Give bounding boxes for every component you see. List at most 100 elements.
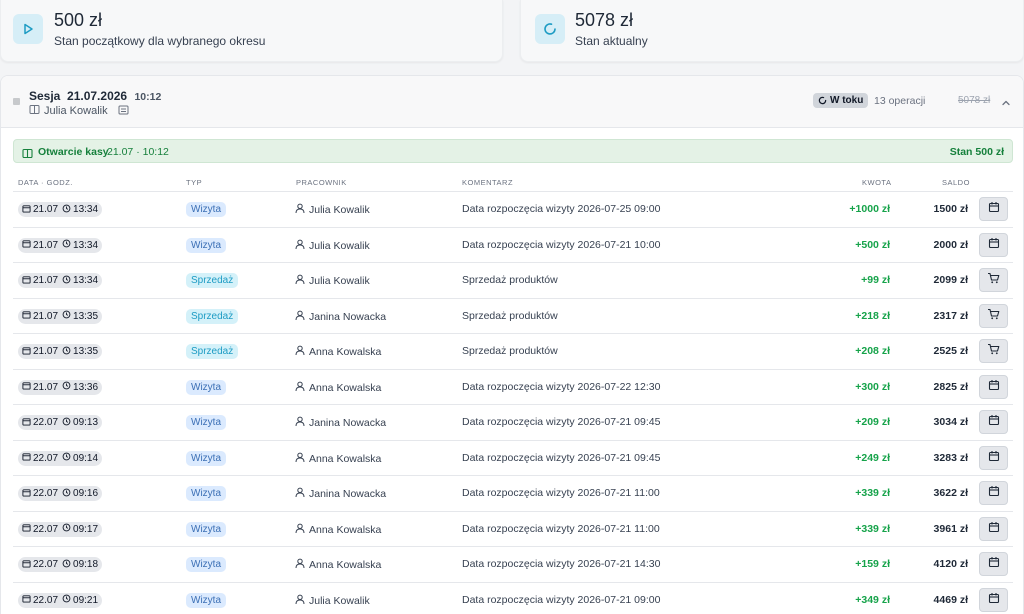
- calendar-small-icon: [22, 594, 31, 606]
- calendar-small-icon: [22, 275, 31, 287]
- row-action-button[interactable]: [979, 197, 1008, 221]
- employee-name: Janina Nowacka: [309, 488, 387, 500]
- row-action-button[interactable]: [979, 445, 1008, 470]
- row-time: 09:13: [73, 417, 99, 428]
- cart-icon: [987, 342, 1000, 360]
- row-action-button[interactable]: [979, 268, 1008, 292]
- current-balance-amount: 5078 zł: [575, 10, 634, 30]
- clock-icon: [62, 594, 71, 606]
- receipt-icon[interactable]: [118, 105, 129, 118]
- row-action-button[interactable]: [979, 410, 1008, 434]
- table-row: 22.07 09:17 Wizyta Anna Kowalska Data rozpoc…: [13, 512, 1013, 547]
- calendar-icon: [988, 449, 1000, 467]
- user-icon: [295, 487, 305, 501]
- column-header-type: TYP: [186, 178, 203, 187]
- datetime-chip: 22.07 09:13: [18, 415, 103, 430]
- clock-icon: [62, 452, 71, 464]
- opening-balance-amount: 500 zł: [54, 10, 103, 30]
- balance-cell: 1500 zł: [933, 203, 968, 215]
- row-action-button[interactable]: [979, 552, 1008, 576]
- clock-icon: [62, 523, 71, 535]
- calendar-small-icon: [22, 204, 31, 216]
- clock-icon: [62, 275, 71, 287]
- row-action-button[interactable]: [979, 374, 1008, 399]
- row-date: 22.07: [33, 594, 59, 606]
- user-icon: [295, 523, 305, 537]
- opening-label: Otwarcie kasy: [38, 146, 109, 158]
- comment-cell: Data rozpoczęcia wizyty 2026-07-21 09:45: [462, 416, 661, 428]
- cart-icon: [987, 307, 1000, 325]
- row-action-button[interactable]: [979, 516, 1008, 541]
- session-status-label: W toku: [830, 95, 864, 106]
- table-row: 21.07 13:35 Sprzedaż Janina Nowacka Sprzedaż…: [13, 299, 1013, 334]
- chevron-up-icon[interactable]: [1001, 95, 1011, 113]
- table-row: 21.07 13:34 Wizyta Julia Kowalik Data rozpoc…: [13, 192, 1013, 228]
- datetime-chip: 21.07 13:34: [18, 273, 103, 288]
- balance-cell: 2825 zł: [933, 380, 968, 393]
- type-badge: Wizyta: [186, 486, 226, 501]
- column-header-datetime: DATA · GODZ.: [18, 178, 73, 187]
- comment-cell: Data rozpoczęcia wizyty 2026-07-21 09:45: [462, 451, 661, 464]
- table-row: 21.07 13:36 Wizyta Anna Kowalska Data rozpoc…: [13, 370, 1013, 405]
- session-header[interactable]: Sesja 21.07.2026 10:12 Julia Kowalik W t…: [1, 76, 1023, 128]
- amount-cell: +500 zł: [855, 238, 890, 251]
- balance-cell: 2099 zł: [933, 274, 968, 286]
- type-badge: Wizyta: [186, 592, 226, 608]
- comment-cell: Data rozpoczęcia wizyty 2026-07-21 11:00: [462, 487, 660, 499]
- column-header-balance: SALDO: [942, 178, 970, 187]
- comment-cell: Sprzedaż produktów: [462, 309, 558, 322]
- row-action-button[interactable]: [979, 481, 1008, 505]
- employee-name: Anna Kowalska: [309, 559, 382, 571]
- balance-cell: 2525 zł: [933, 345, 968, 357]
- table-row: 22.07 09:18 Wizyta Anna Kowalska Data rozpoc…: [13, 547, 1013, 583]
- employee-cell: Anna Kowalska: [295, 558, 381, 572]
- register-open-icon: [22, 146, 33, 164]
- amount-cell: +1000 zł: [849, 203, 890, 215]
- clock-icon: [62, 239, 71, 251]
- session-status-badge: W toku: [813, 93, 869, 108]
- user-icon: [295, 594, 305, 608]
- datetime-chip: 22.07 09:21: [18, 592, 103, 608]
- datetime-chip: 22.07 09:17: [18, 521, 103, 537]
- row-action-button[interactable]: [979, 339, 1008, 363]
- calendar-small-icon: [22, 488, 31, 500]
- clock-icon: [62, 204, 71, 216]
- row-time: 09:16: [73, 488, 99, 499]
- type-badge: Wizyta: [186, 202, 226, 217]
- calendar-small-icon: [22, 381, 31, 393]
- row-action-button[interactable]: [979, 303, 1008, 328]
- session-date: 21.07.2026: [67, 89, 128, 103]
- current-balance-card: 5078 zł Stan aktualny: [520, 0, 1024, 62]
- row-action-button[interactable]: [979, 232, 1008, 257]
- employee-name: Anna Kowalska: [309, 346, 382, 358]
- row-date: 21.07: [33, 204, 59, 215]
- current-balance-label: Stan aktualny: [575, 34, 648, 48]
- employee-cell: Anna Kowalska: [295, 345, 381, 359]
- balance-cell: 3961 zł: [933, 522, 968, 535]
- employee-cell: Julia Kowalik: [295, 239, 370, 253]
- row-time: 09:17: [73, 523, 99, 535]
- opening-time: 21.07 · 10:12: [107, 146, 169, 158]
- play-icon: [13, 14, 43, 44]
- employee-cell: Janina Nowacka: [295, 416, 386, 430]
- row-time: 13:34: [73, 239, 99, 251]
- amount-cell: +249 zł: [855, 451, 890, 464]
- row-date: 21.07: [33, 346, 59, 357]
- row-time: 13:34: [73, 204, 99, 215]
- row-date: 22.07: [33, 523, 59, 535]
- row-action-button[interactable]: [979, 587, 1008, 612]
- calendar-small-icon: [22, 310, 31, 322]
- employee-cell: Julia Kowalik: [295, 274, 370, 288]
- employee-cell: Anna Kowalska: [295, 523, 381, 537]
- row-time: 09:21: [73, 594, 99, 606]
- amount-cell: +300 zł: [855, 380, 890, 393]
- clock-icon: [62, 488, 71, 500]
- type-badge: Wizyta: [186, 450, 226, 466]
- balance-cell: 4120 zł: [933, 558, 968, 570]
- employee-name: Anna Kowalska: [309, 523, 382, 536]
- row-date: 21.07: [33, 310, 59, 322]
- user-icon: [295, 558, 305, 572]
- calendar-icon: [988, 200, 1000, 218]
- calendar-icon: [988, 413, 1000, 431]
- cart-icon: [987, 271, 1000, 289]
